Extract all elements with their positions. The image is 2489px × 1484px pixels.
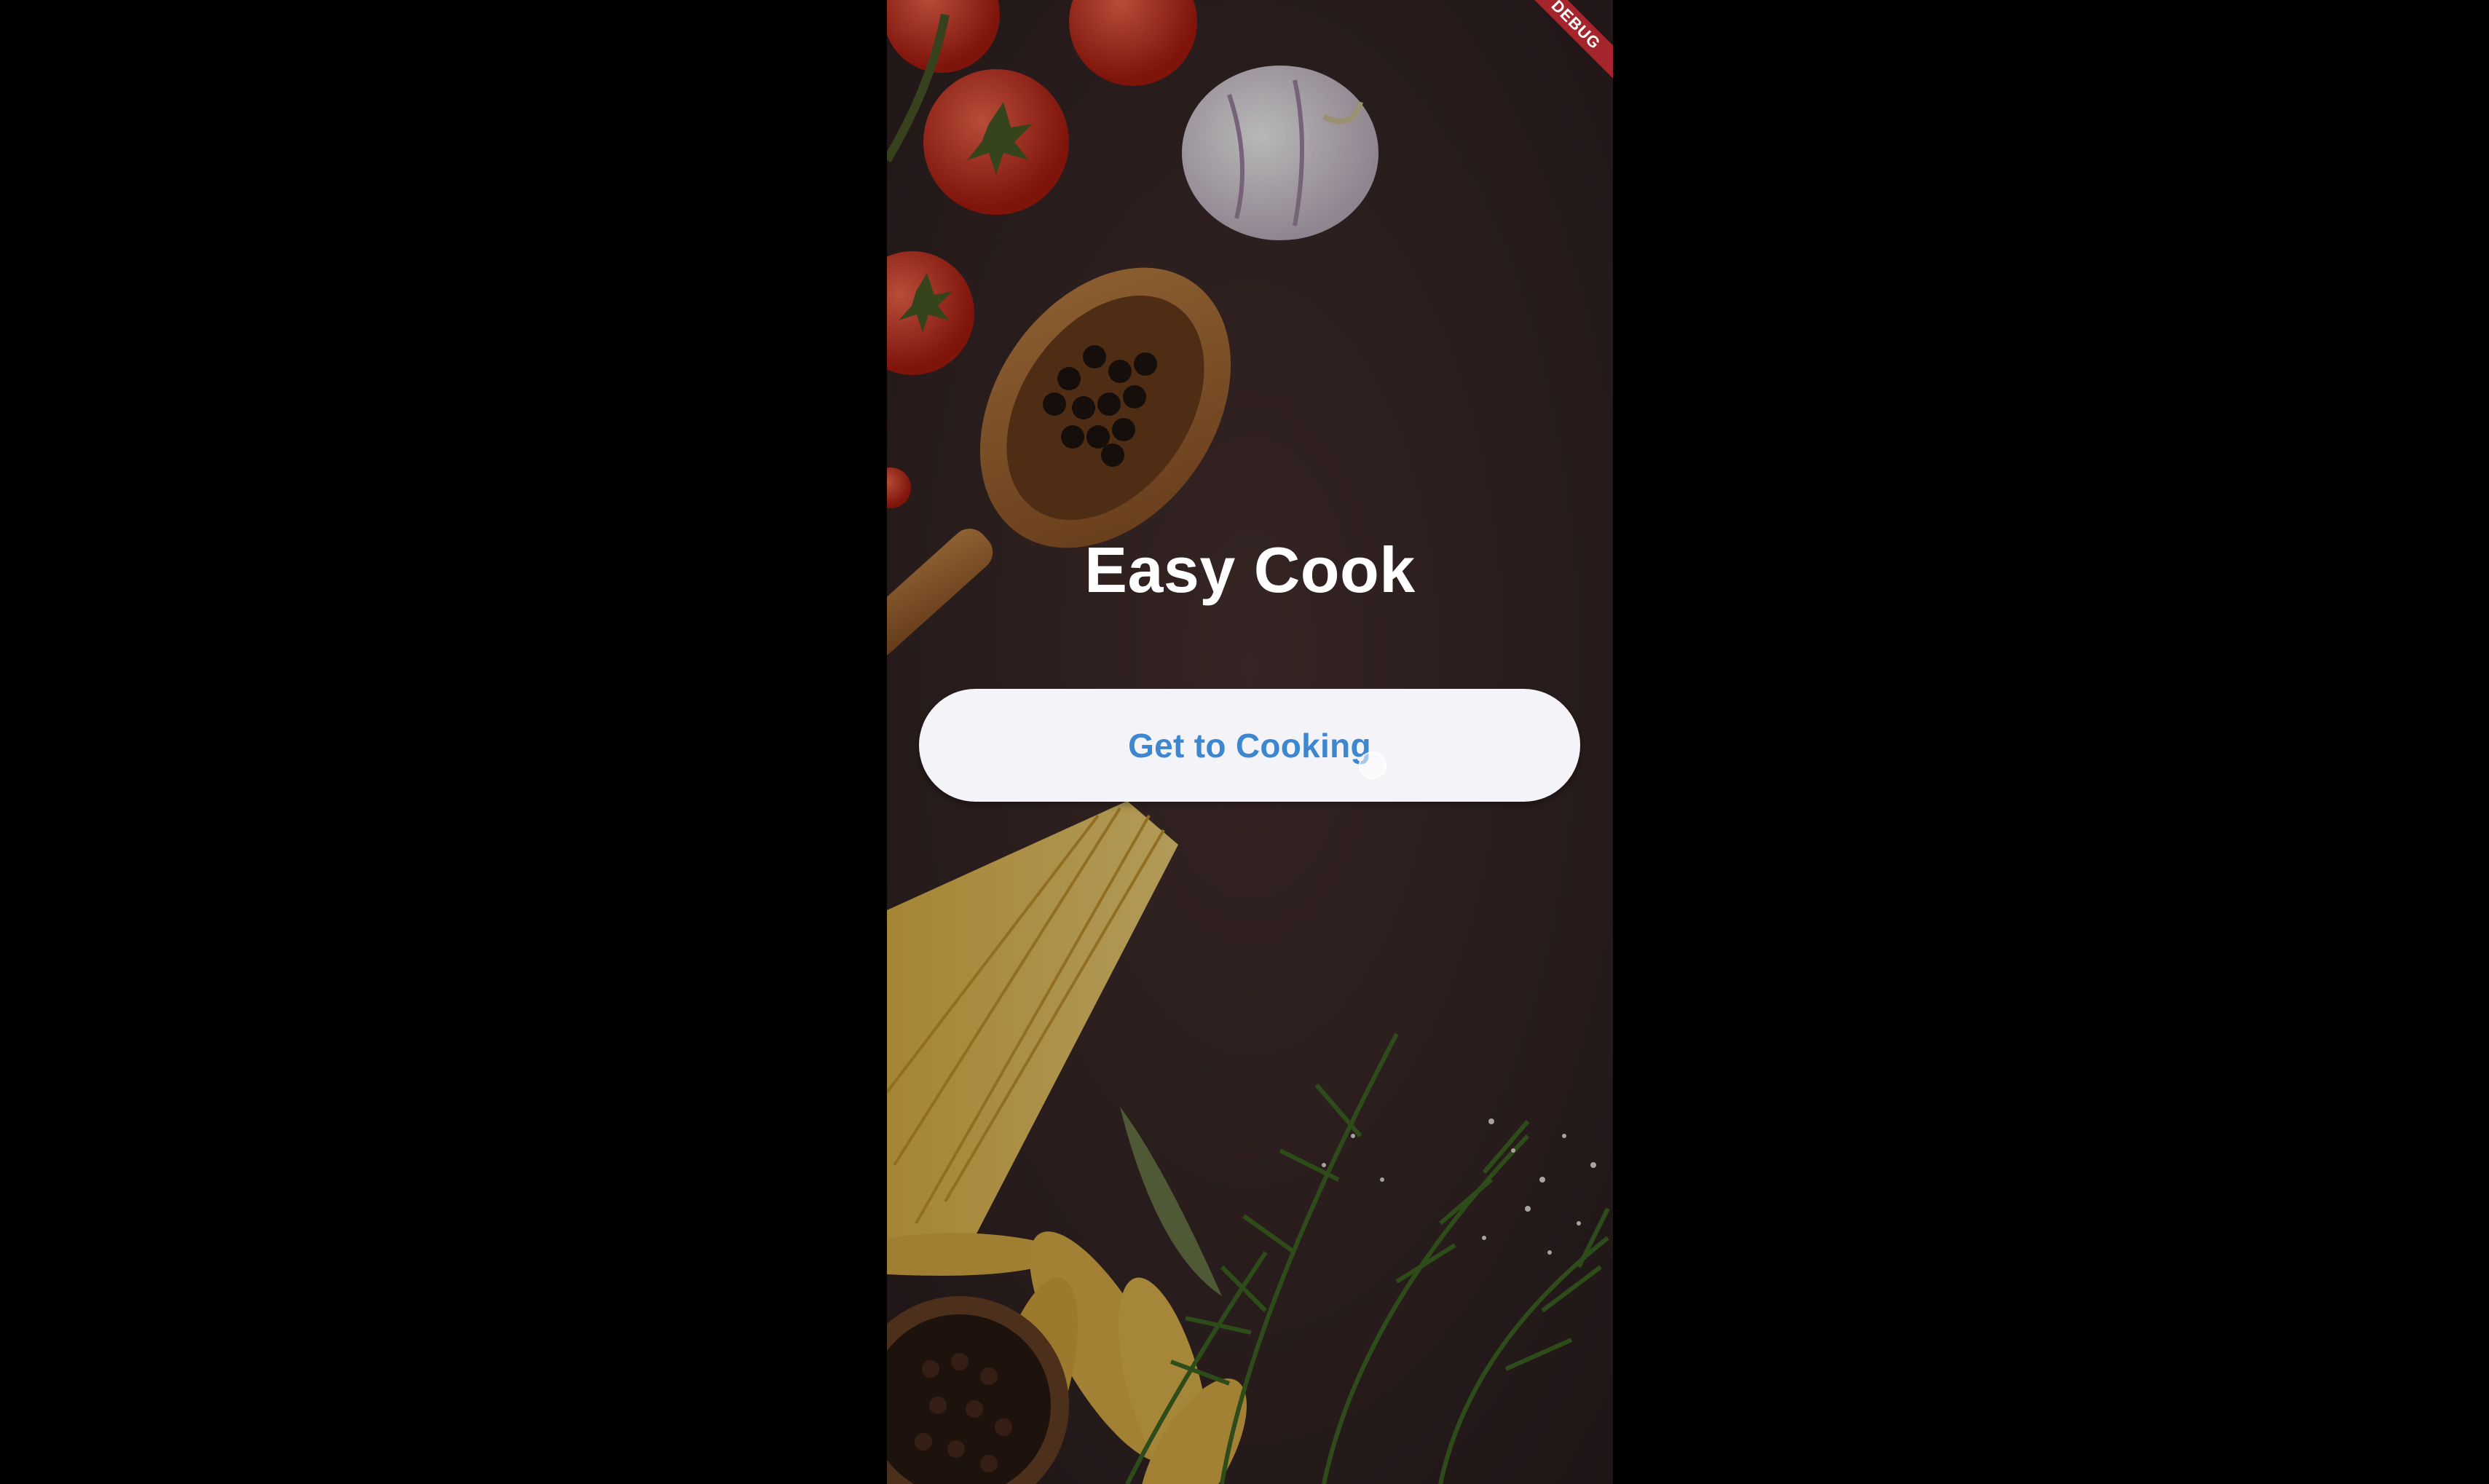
get-to-cooking-button[interactable]: Get to Cooking [919,689,1580,802]
get-to-cooking-label: Get to Cooking [1128,726,1371,765]
touch-indicator [1359,751,1386,779]
phone-screen: Easy Cook Get to Cooking DEBUG [887,0,1613,1484]
app-title: Easy Cook [1084,534,1416,606]
